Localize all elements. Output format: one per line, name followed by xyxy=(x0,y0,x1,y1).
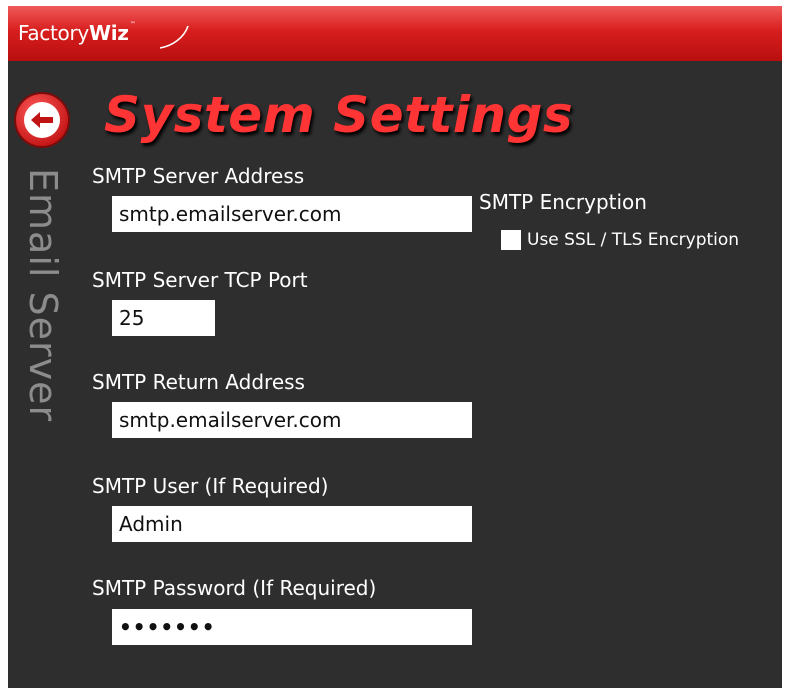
brand-name-part1: Factory xyxy=(18,21,89,45)
page-title: System Settings xyxy=(104,86,574,144)
smtp-user-input[interactable]: Admin xyxy=(112,506,472,542)
smtp-port-label: SMTP Server TCP Port xyxy=(92,268,308,292)
app-window: FactoryWiz™ System Settings Email Server… xyxy=(8,6,782,688)
brand-logo: FactoryWiz™ xyxy=(18,21,136,45)
smtp-return-address-label: SMTP Return Address xyxy=(92,370,305,394)
smtp-password-input[interactable]: ••••••• xyxy=(112,609,472,645)
section-label: Email Server xyxy=(21,168,65,423)
smtp-port-input[interactable]: 25 xyxy=(112,300,215,336)
ssl-tls-checkbox-label[interactable]: Use SSL / TLS Encryption xyxy=(527,230,739,250)
brand-name-part2: Wiz xyxy=(88,21,129,45)
smtp-user-label: SMTP User (If Required) xyxy=(92,474,329,498)
smtp-return-address-input[interactable]: smtp.emailserver.com xyxy=(112,402,472,438)
smtp-server-address-input[interactable]: smtp.emailserver.com xyxy=(112,196,472,232)
title-bar: FactoryWiz™ xyxy=(8,6,782,61)
smtp-server-address-label: SMTP Server Address xyxy=(92,164,305,188)
back-arrow-icon[interactable] xyxy=(12,90,72,150)
smtp-password-label: SMTP Password (If Required) xyxy=(92,576,377,600)
smtp-encryption-heading: SMTP Encryption xyxy=(479,190,647,214)
ssl-tls-checkbox[interactable] xyxy=(501,230,521,250)
trademark-symbol: ™ xyxy=(129,21,136,28)
brand-swoosh-icon xyxy=(159,25,189,49)
